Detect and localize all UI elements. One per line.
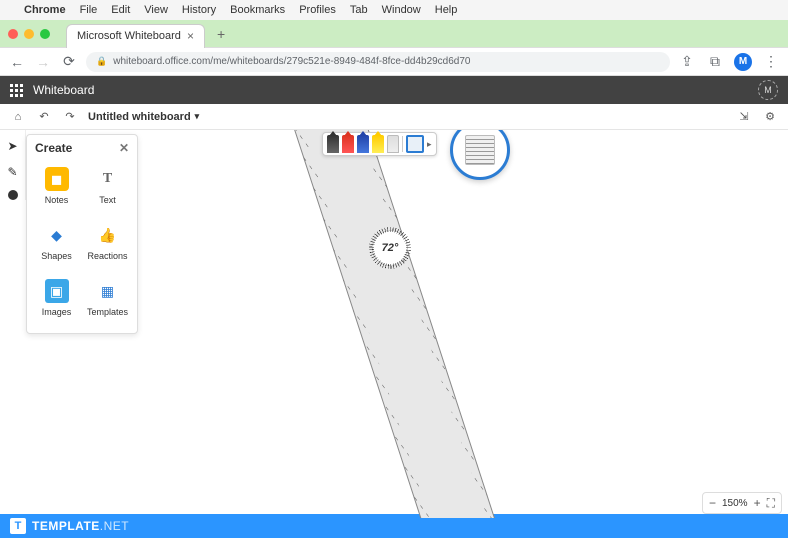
- tab-title: Microsoft Whiteboard: [77, 30, 181, 42]
- panel-title: Create: [35, 141, 72, 155]
- zoom-level: 150%: [722, 498, 748, 509]
- window-minimize-button[interactable]: [24, 29, 34, 39]
- images-icon: ▣: [45, 279, 69, 303]
- window-controls: [8, 29, 50, 39]
- mac-menu-window[interactable]: Window: [382, 4, 421, 16]
- mac-menu-profiles[interactable]: Profiles: [299, 4, 336, 16]
- lock-icon: 🔒: [96, 56, 107, 67]
- mac-menu-bookmarks[interactable]: Bookmarks: [230, 4, 285, 16]
- app-toolbar: ⌂ ↶ ↷ Untitled whiteboard ▾ ⇲ ⚙: [0, 104, 788, 130]
- window-zoom-button[interactable]: [40, 29, 50, 39]
- create-images-button[interactable]: ▣ Images: [31, 273, 82, 323]
- inking-toolbar: ▸: [322, 132, 437, 156]
- mac-menu-file[interactable]: File: [80, 4, 98, 16]
- nav-back-button[interactable]: ←: [8, 53, 26, 71]
- canvas-area[interactable]: ➤ ✎ Create ✕ ◼ Notes T Text ◆ Shapes 👍 R…: [0, 130, 788, 518]
- chrome-menu-button[interactable]: ⋮: [762, 53, 780, 71]
- mac-menu-chrome[interactable]: Chrome: [24, 4, 66, 16]
- window-close-button[interactable]: [8, 29, 18, 39]
- templates-icon: ▦: [96, 279, 120, 303]
- zoom-out-button[interactable]: −: [709, 496, 716, 510]
- toolbar-expand-icon[interactable]: ▸: [427, 139, 432, 150]
- document-title[interactable]: Untitled whiteboard ▾: [88, 111, 199, 123]
- ruler-icon: [465, 135, 495, 165]
- app-name: Whiteboard: [33, 83, 94, 97]
- browser-tabstrip: Microsoft Whiteboard × +: [0, 20, 788, 48]
- pen-icon[interactable]: ✎: [5, 164, 21, 180]
- shapes-icon: ◆: [45, 223, 69, 247]
- fit-to-screen-button[interactable]: ⛶: [767, 496, 775, 511]
- zoom-in-button[interactable]: +: [754, 496, 761, 510]
- undo-button[interactable]: ↶: [36, 109, 52, 125]
- panel-close-button[interactable]: ✕: [119, 141, 129, 155]
- settings-icon[interactable]: ⚙: [762, 109, 778, 125]
- header-avatar[interactable]: M: [758, 80, 778, 100]
- mac-menu-edit[interactable]: Edit: [111, 4, 130, 16]
- mac-menubar: Chrome File Edit View History Bookmarks …: [0, 0, 788, 20]
- footer-brand: TEMPLATE.NET: [32, 519, 129, 533]
- create-text-button[interactable]: T Text: [82, 161, 133, 211]
- reactions-icon: 👍: [96, 223, 120, 247]
- create-templates-button[interactable]: ▦ Templates: [82, 273, 133, 323]
- create-panel: Create ✕ ◼ Notes T Text ◆ Shapes 👍 React…: [26, 134, 138, 334]
- create-reactions-button[interactable]: 👍 Reactions: [82, 217, 133, 267]
- mac-menu-help[interactable]: Help: [435, 4, 458, 16]
- url-text: whiteboard.office.com/me/whiteboards/279…: [113, 56, 470, 67]
- pen-blue[interactable]: [357, 135, 369, 153]
- mac-menu-view[interactable]: View: [144, 4, 168, 16]
- redo-button[interactable]: ↷: [62, 109, 78, 125]
- profile-avatar[interactable]: M: [734, 53, 752, 71]
- tab-close-icon[interactable]: ×: [187, 29, 194, 43]
- pen-black[interactable]: [327, 135, 339, 153]
- zoom-controls: − 150% + ⛶: [702, 492, 782, 514]
- new-tab-button[interactable]: +: [211, 26, 231, 42]
- highlighter-yellow[interactable]: [372, 135, 384, 153]
- mac-menu-history[interactable]: History: [182, 4, 216, 16]
- chevron-down-icon: ▾: [195, 111, 200, 122]
- left-rail: ➤ ✎: [0, 130, 26, 200]
- eraser-tool[interactable]: [387, 135, 399, 153]
- app-header: Whiteboard M: [0, 76, 788, 104]
- share-icon[interactable]: ⇪: [678, 53, 696, 71]
- share-button[interactable]: ⇲: [736, 109, 752, 125]
- home-icon[interactable]: ⌂: [10, 109, 26, 125]
- browser-toolbar: ← → ⟳ 🔒 whiteboard.office.com/me/whitebo…: [0, 48, 788, 76]
- nav-forward-button[interactable]: →: [34, 53, 52, 71]
- browser-tab[interactable]: Microsoft Whiteboard ×: [66, 24, 205, 48]
- ruler-angle-badge[interactable]: 72°: [372, 230, 408, 266]
- ruler-tool-button[interactable]: [406, 135, 424, 153]
- extensions-icon[interactable]: ⧉: [706, 53, 724, 71]
- nav-reload-button[interactable]: ⟳: [60, 53, 78, 71]
- address-bar[interactable]: 🔒 whiteboard.office.com/me/whiteboards/2…: [86, 52, 670, 72]
- footer-logo: T: [10, 518, 26, 534]
- more-icon[interactable]: [8, 190, 18, 200]
- mac-menu-tab[interactable]: Tab: [350, 4, 368, 16]
- create-notes-button[interactable]: ◼ Notes: [31, 161, 82, 211]
- cursor-icon[interactable]: ➤: [5, 138, 21, 154]
- toolbar-divider: [402, 136, 403, 152]
- app-launcher-button[interactable]: [10, 84, 23, 97]
- pen-red[interactable]: [342, 135, 354, 153]
- create-shapes-button[interactable]: ◆ Shapes: [31, 217, 82, 267]
- notes-icon: ◼: [45, 167, 69, 191]
- text-icon: T: [96, 167, 120, 191]
